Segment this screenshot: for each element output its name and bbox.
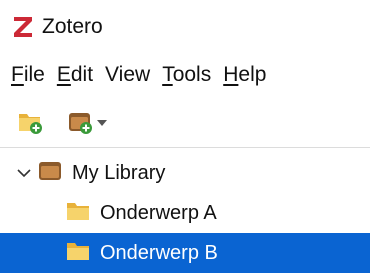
tree-item-onderwerp-b[interactable]: Onderwerp B — [0, 233, 370, 273]
tree-item-label: My Library — [72, 161, 166, 184]
tree-item-onderwerp-a[interactable]: Onderwerp A — [0, 193, 370, 233]
tree-item-label: Onderwerp B — [100, 241, 218, 264]
tree-item-label: Onderwerp A — [100, 201, 217, 224]
chevron-down-icon[interactable] — [16, 165, 32, 181]
menu-edit[interactable]: Edit — [51, 63, 99, 87]
library-icon — [38, 160, 62, 187]
menu-view[interactable]: View — [99, 63, 156, 87]
new-library-icon — [69, 113, 92, 134]
folder-icon — [66, 201, 90, 226]
new-collection-button[interactable] — [18, 105, 44, 139]
folder-icon — [66, 241, 90, 266]
tree-item-my-library[interactable]: My Library — [0, 153, 370, 193]
toolbar — [0, 97, 370, 147]
chevron-down-icon[interactable] — [97, 120, 107, 126]
new-library-button[interactable] — [68, 105, 107, 139]
menu-bar: File Edit View Tools Help — [0, 53, 370, 97]
menu-help[interactable]: Help — [217, 63, 272, 87]
collections-tree: My Library Onderwerp A Onderwerp B — [0, 148, 370, 273]
menu-tools[interactable]: Tools — [156, 63, 217, 87]
title-bar: Zotero — [0, 0, 370, 53]
window-title: Zotero — [42, 14, 103, 38]
new-collection-icon — [19, 114, 42, 134]
zotero-logo-icon — [12, 16, 34, 38]
menu-file[interactable]: File — [5, 63, 51, 87]
